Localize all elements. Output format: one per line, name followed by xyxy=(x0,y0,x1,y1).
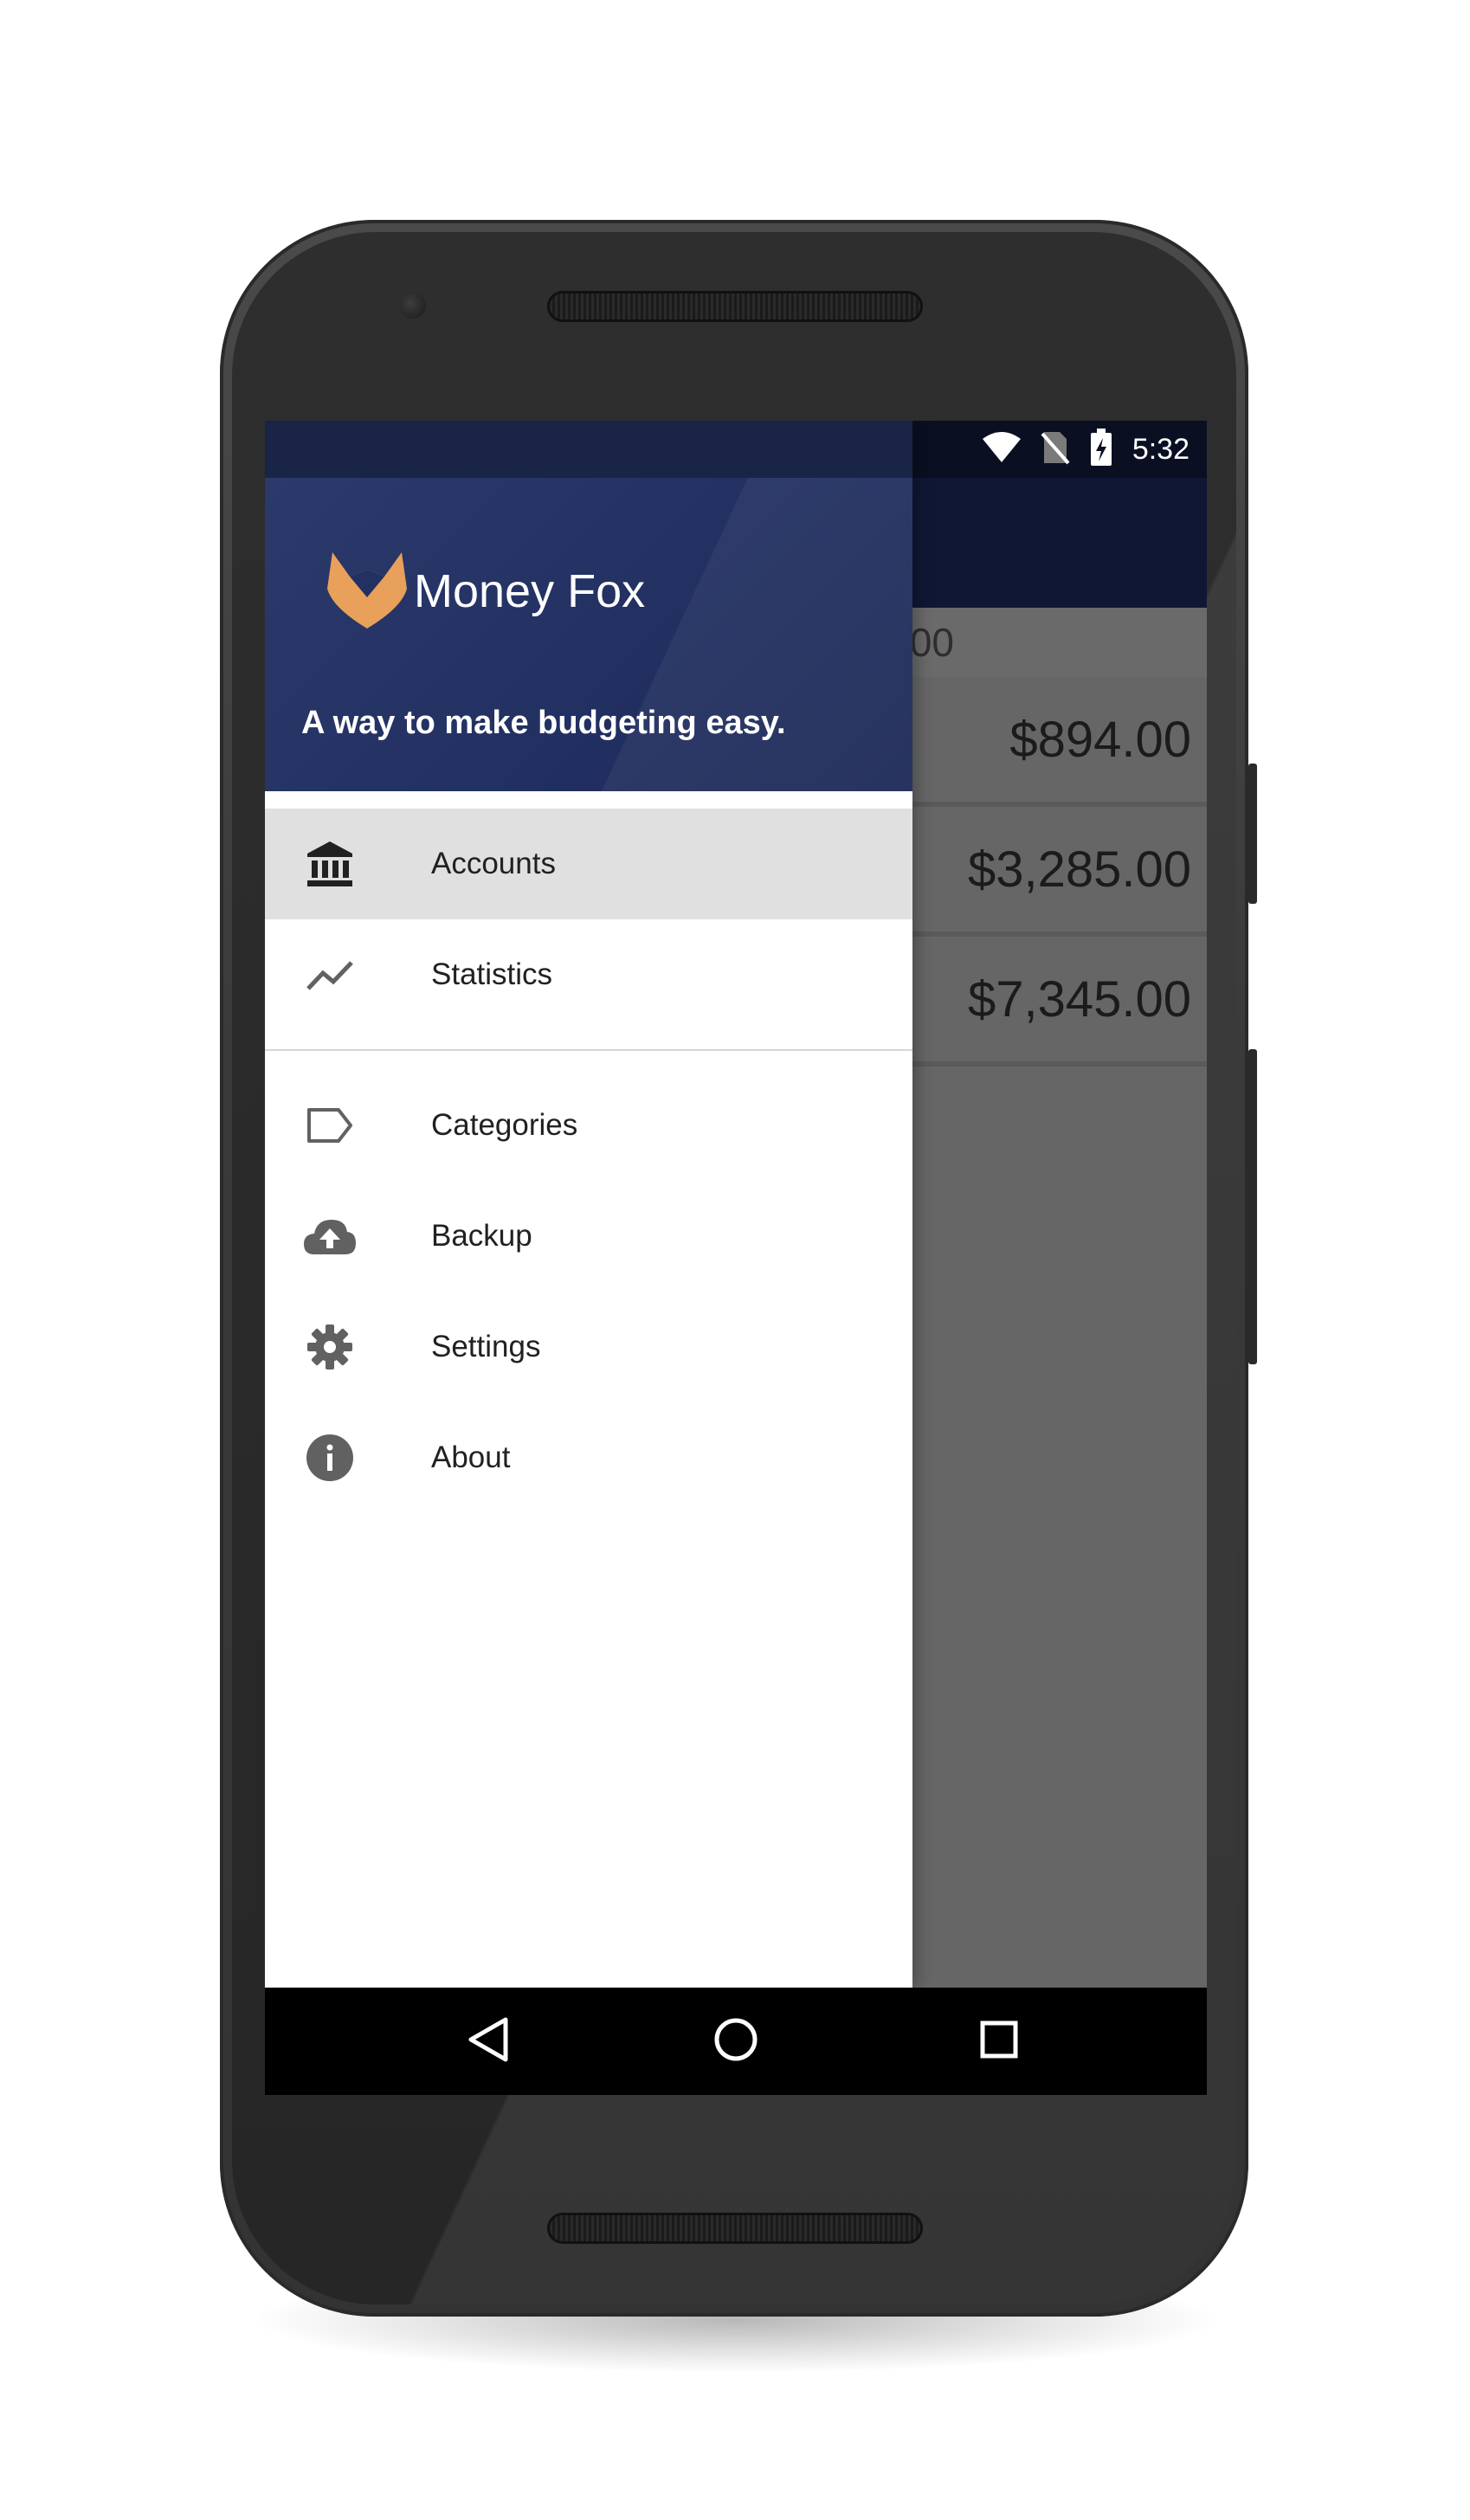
home-button[interactable] xyxy=(710,2015,762,2067)
battery-charging-icon xyxy=(1089,428,1113,471)
account-balance: $894.00 xyxy=(1009,711,1191,768)
wifi-icon xyxy=(982,431,1022,467)
bank-icon xyxy=(300,834,360,894)
back-button[interactable] xyxy=(462,2015,514,2067)
no-sim-icon xyxy=(1041,430,1070,469)
drawer-item-label: Backup xyxy=(431,1219,532,1253)
bottom-speaker xyxy=(547,2213,923,2244)
info-icon xyxy=(300,1428,360,1488)
drawer-header: Money Fox A way to make budgeting easy. xyxy=(265,478,912,791)
gear-icon xyxy=(300,1317,360,1377)
drawer-item-label: Settings xyxy=(431,1330,541,1363)
list-header-total: 00 xyxy=(909,620,954,665)
drawer-item-label: Statistics xyxy=(431,957,553,991)
recents-icon xyxy=(979,2020,1019,2064)
system-nav-bar xyxy=(265,1988,1207,2095)
navigation-drawer: Money Fox A way to make budgeting easy. xyxy=(265,421,912,1988)
status-time: 5:32 xyxy=(1132,432,1190,466)
drawer-item-accounts[interactable]: Accounts xyxy=(265,809,912,919)
drawer-item-label: Accounts xyxy=(431,847,556,880)
power-button xyxy=(1248,764,1257,904)
home-icon xyxy=(713,2017,758,2066)
fox-logo-icon xyxy=(324,547,410,635)
back-icon xyxy=(467,2017,509,2066)
account-balance: $7,345.00 xyxy=(967,970,1191,1028)
drawer-item-label: Categories xyxy=(431,1108,578,1142)
app-name: Money Fox xyxy=(414,564,646,617)
drawer-item-label: About xyxy=(431,1440,511,1474)
label-icon xyxy=(300,1095,360,1156)
account-balance: $3,285.00 xyxy=(967,841,1191,898)
front-camera xyxy=(400,293,426,319)
drawer-item-statistics[interactable]: Statistics xyxy=(265,919,912,1030)
screen: 5:32 00 $894.00 $3,285.00 $7,345.00 Mone… xyxy=(265,421,1207,2095)
tagline: A way to make budgeting easy. xyxy=(301,705,786,741)
drawer-item-about[interactable]: About xyxy=(265,1402,912,1513)
drawer-status-scrim xyxy=(265,421,912,478)
drawer-item-backup[interactable]: Backup xyxy=(265,1181,912,1292)
trending-up-icon xyxy=(300,944,360,1005)
drawer-item-settings[interactable]: Settings xyxy=(265,1292,912,1402)
cloud-upload-icon xyxy=(300,1206,360,1266)
drawer-menu: Accounts Statistics Categories Backup Se… xyxy=(265,791,912,1513)
recents-button[interactable] xyxy=(973,2015,1025,2067)
top-speaker xyxy=(547,291,923,322)
volume-button xyxy=(1248,1049,1257,1364)
brand: Money Fox xyxy=(324,547,645,635)
drawer-item-categories[interactable]: Categories xyxy=(265,1070,912,1181)
